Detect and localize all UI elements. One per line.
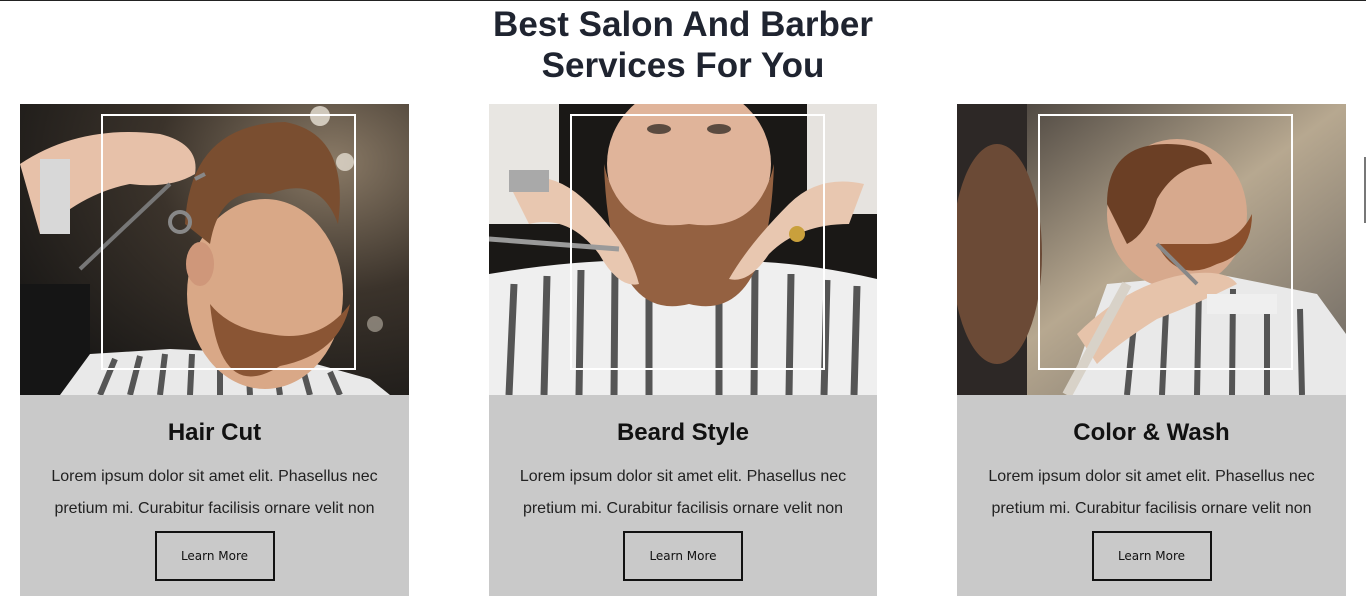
learn-more-button[interactable]: Learn More xyxy=(1091,531,1212,581)
color-wash-photo xyxy=(957,104,1346,395)
hair-cut-photo xyxy=(20,104,409,395)
learn-more-button[interactable]: Learn More xyxy=(154,531,275,581)
learn-more-button[interactable]: Learn More xyxy=(623,531,743,581)
service-card-hair-cut: Hair Cut Lorem ipsum dolor sit amet elit… xyxy=(20,104,409,596)
service-card-color-wash: Color & Wash Lorem ipsum dolor sit amet … xyxy=(957,104,1346,596)
service-description: Lorem ipsum dolor sit amet elit. Phasell… xyxy=(51,468,378,517)
section-heading: Best Salon And Barber Services For You xyxy=(0,4,1366,86)
service-card-beard-style: Beard Style Lorem ipsum dolor sit amet e… xyxy=(489,104,877,596)
top-divider xyxy=(0,0,1366,1)
service-card-body: Hair Cut Lorem ipsum dolor sit amet elit… xyxy=(20,395,409,596)
service-description: Lorem ipsum dolor sit amet elit. Phasell… xyxy=(988,468,1315,517)
service-title: Hair Cut xyxy=(167,419,262,446)
beard-style-photo xyxy=(489,104,877,395)
service-card-body: Beard Style Lorem ipsum dolor sit amet e… xyxy=(489,395,877,596)
service-card-body: Color & Wash Lorem ipsum dolor sit amet … xyxy=(957,395,1346,596)
section-heading-line-1: Best Salon And Barber xyxy=(493,5,873,44)
service-title: Beard Style xyxy=(616,419,750,446)
service-description: Lorem ipsum dolor sit amet elit. Phasell… xyxy=(519,468,847,517)
section-heading-line-2: Services For You xyxy=(541,46,825,85)
service-title: Color & Wash xyxy=(1073,419,1230,446)
